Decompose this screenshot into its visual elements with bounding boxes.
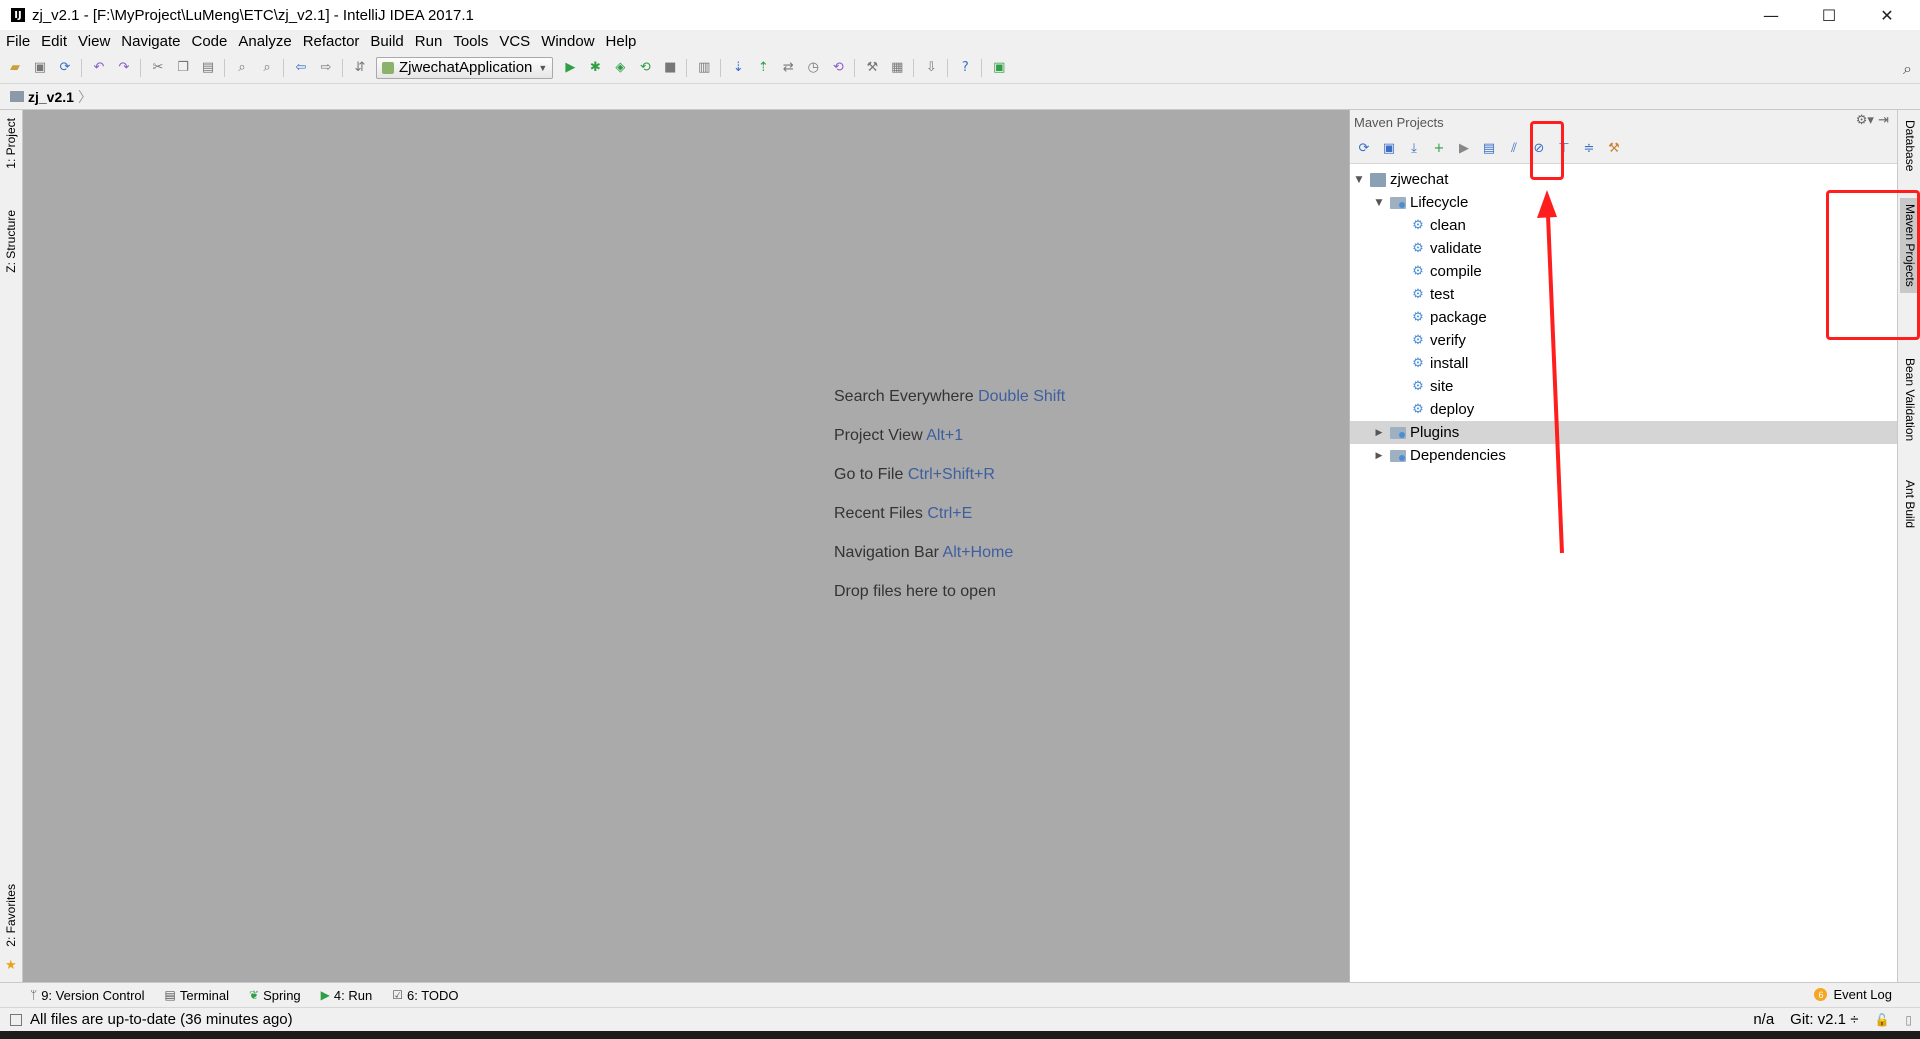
tab-terminal[interactable]: ▤ Terminal (165, 988, 229, 1003)
tab-run[interactable]: ▶ 4: Run (321, 988, 373, 1003)
version-control-icon: ᛘ (30, 988, 38, 1002)
event-log-badge: 6 (1814, 988, 1828, 1001)
caret-position: n/a (1753, 1011, 1775, 1028)
tab-label: Terminal (179, 987, 230, 1003)
memory-icon[interactable]: ▯ (1905, 1013, 1912, 1027)
tab-label: 6: TODO (406, 987, 459, 1003)
status-message: All files are up-to-date (36 minutes ago… (30, 1011, 293, 1028)
event-log-label: Event Log (1833, 987, 1892, 1002)
status-bar: All files are up-to-date (36 minutes ago… (0, 1007, 1920, 1031)
tool-window-bar: ᛘ 9: Version Control ▤ Terminal ❦ Spring ▶ 4… (0, 982, 1920, 1007)
lock-icon[interactable]: 🔓 (1874, 1013, 1889, 1027)
tab-label: Spring (263, 987, 301, 1003)
todo-icon: ☑ (392, 988, 403, 1002)
annotation-arrow (1537, 190, 1564, 554)
git-branch-widget[interactable]: Git: v2.1 ÷ (1790, 1011, 1858, 1028)
tab-todo[interactable]: ☑ 6: TODO (392, 988, 458, 1003)
tab-label: 4: Run (333, 987, 373, 1003)
tab-version-control[interactable]: ᛘ 9: Version Control (30, 988, 145, 1003)
tab-label: 9: Version Control (41, 987, 145, 1003)
terminal-icon: ▤ (164, 988, 176, 1002)
status-toggle-icon[interactable] (10, 1013, 22, 1026)
taskbar-edge (0, 1031, 1920, 1039)
status-right: n/a Git: v2.1 ÷ 🔓 ▯ (1737, 1011, 1912, 1028)
run-icon: ▶ (320, 988, 330, 1002)
event-log-button[interactable]: 6 Event Log (1814, 987, 1892, 1002)
tab-spring[interactable]: ❦ Spring (249, 988, 301, 1003)
spring-icon: ❦ (249, 988, 260, 1002)
